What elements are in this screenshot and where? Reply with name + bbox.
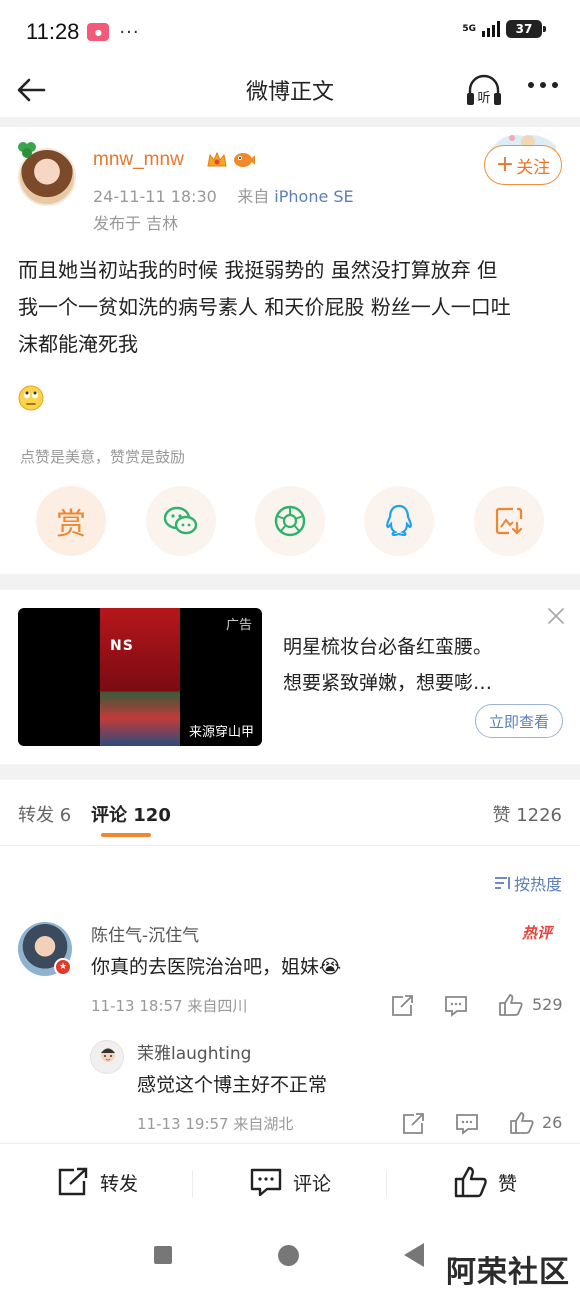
commenter-name[interactable]: 茉雅laughting (137, 1039, 251, 1064)
share-comment-icon[interactable] (389, 994, 415, 1018)
moments-icon (274, 505, 306, 537)
save-image-icon (495, 507, 523, 535)
reward-label: 赏 (56, 507, 86, 542)
ad-product-image (100, 608, 180, 746)
post-device[interactable]: iPhone SE (274, 187, 353, 206)
nav-header: 微博正文 听 (0, 64, 580, 114)
avatar-icon (101, 1048, 115, 1062)
ad-product-text: NS (110, 638, 134, 654)
wechat-share-button[interactable] (146, 486, 216, 556)
status-more-indicator: ··· (119, 21, 140, 43)
system-back-icon[interactable] (404, 1243, 424, 1267)
tab-comment[interactable]: 评论 120 (91, 801, 171, 827)
commenter-avatar[interactable] (90, 1040, 124, 1074)
author-name[interactable]: mnw_mnw (93, 149, 184, 171)
signal-icon (482, 21, 500, 37)
comment-label: 评论 (293, 1172, 332, 1195)
network-label: 5G (462, 23, 476, 34)
like-label: 赞 (498, 1172, 518, 1195)
share-row: 赏 (0, 486, 580, 558)
fish-badge-icon (234, 153, 255, 167)
save-image-button[interactable] (474, 486, 544, 556)
divider (386, 1170, 387, 1198)
post-body-line: 而且她当初站我的时候 我挺弱势的 虽然没打算放弃 但 (18, 258, 498, 282)
post-location: 发布于 吉林 (93, 214, 179, 233)
post-meta: 24-11-11 18:30 来自 iPhone SE (93, 183, 354, 207)
ad-image[interactable]: NS 广告 来源穿山甲 (18, 608, 262, 746)
like-button[interactable]: 赞 (454, 1166, 517, 1198)
divider (0, 117, 580, 127)
like-comment-icon[interactable] (509, 1111, 535, 1135)
repost-label: 转发 (100, 1172, 139, 1195)
reply-comment-icon[interactable] (443, 994, 469, 1018)
wechat-icon (163, 506, 198, 535)
home-icon[interactable] (278, 1245, 299, 1266)
comment-meta: 11-13 18:57 来自四川 (91, 997, 248, 1015)
reply-comment-icon[interactable] (454, 1112, 480, 1136)
comment-icon (250, 1168, 282, 1197)
more-icon[interactable] (528, 82, 564, 96)
xiaohongshu-icon: ● (87, 23, 110, 41)
follow-plus: + (495, 152, 515, 177)
crown-badge-icon (207, 151, 227, 167)
hot-comment-badge: 热评 (522, 924, 553, 942)
comment-meta: 11-13 19:57 来自湖北 (137, 1115, 294, 1133)
post-body-line: 我一个一贫如洗的病号素人 和天价屁股 粉丝一人一口吐 (18, 295, 511, 319)
comment-text: 你真的去医院治治吧，姐妹😭 (91, 956, 342, 978)
reward-hint: 点赞是美意，赞赏是鼓励 (20, 448, 186, 466)
follow-label: 关注 (516, 157, 551, 178)
recent-apps-icon[interactable] (154, 1246, 172, 1264)
tab-repost[interactable]: 转发 6 (18, 801, 71, 827)
headphones-icon[interactable]: 听 (464, 72, 504, 108)
listen-label: 听 (477, 91, 490, 106)
ad-subtitle[interactable]: 想要紧致弹嫩，想要嘭… (283, 668, 492, 695)
ad-cta-button[interactable]: 立即查看 (475, 704, 563, 738)
ad-title[interactable]: 明星梳妆台必备红蛮腰。 (283, 632, 492, 659)
follow-button[interactable]: + 关注 (484, 145, 562, 185)
like-icon (454, 1166, 487, 1198)
comment-like-count: 529 (532, 995, 563, 1014)
qq-icon (386, 504, 412, 537)
verified-badge-icon: ★ (54, 958, 72, 976)
status-right: 5G 37 (462, 20, 546, 38)
tab-active-indicator (101, 833, 151, 837)
clover-icon (18, 142, 36, 158)
comment-text: 感觉这个博主好不正常 (137, 1074, 328, 1096)
qq-share-button[interactable] (364, 486, 434, 556)
status-bar: 11:28 ● ··· 5G 37 (0, 0, 580, 64)
watermark: 阿荣社区 (446, 1255, 570, 1290)
post-body-line: 沫都能淹死我 (18, 332, 138, 356)
divider (0, 574, 580, 590)
bottom-action-bar: 转发 评论 赞 (0, 1143, 580, 1223)
divider (0, 764, 580, 780)
sort-icon (494, 877, 510, 889)
ad-source: 来源穿山甲 (188, 725, 254, 740)
share-comment-icon[interactable] (400, 1112, 426, 1136)
comment-button[interactable]: 评论 (249, 1166, 331, 1198)
repost-button[interactable]: 转发 (56, 1166, 138, 1198)
divider (0, 845, 580, 846)
sort-label: 按热度 (513, 875, 562, 894)
tab-likes[interactable]: 赞 1226 (492, 801, 562, 827)
rolling-eyes-emoji-icon (18, 385, 44, 411)
battery-icon: 37 (506, 20, 546, 38)
sort-button[interactable]: 按热度 (494, 871, 562, 895)
from-prefix: 来自 (237, 187, 270, 206)
status-time: 11:28 (26, 19, 80, 44)
commenter-name[interactable]: 陈住气-沉住气 (91, 921, 199, 946)
reward-button[interactable]: 赏 (36, 486, 106, 556)
divider (192, 1170, 193, 1198)
repost-icon (58, 1167, 88, 1196)
comment-like-count: 26 (542, 1113, 563, 1132)
post-body: 而且她当初站我的时候 我挺弱势的 虽然没打算放弃 但 我一个一贫如洗的病号素人 … (18, 252, 566, 363)
post-timestamp: 24-11-11 18:30 (93, 187, 217, 206)
ad-tag: 广告 (225, 618, 252, 633)
close-icon[interactable] (546, 606, 566, 626)
like-comment-icon[interactable] (498, 993, 524, 1017)
moments-share-button[interactable] (255, 486, 325, 556)
